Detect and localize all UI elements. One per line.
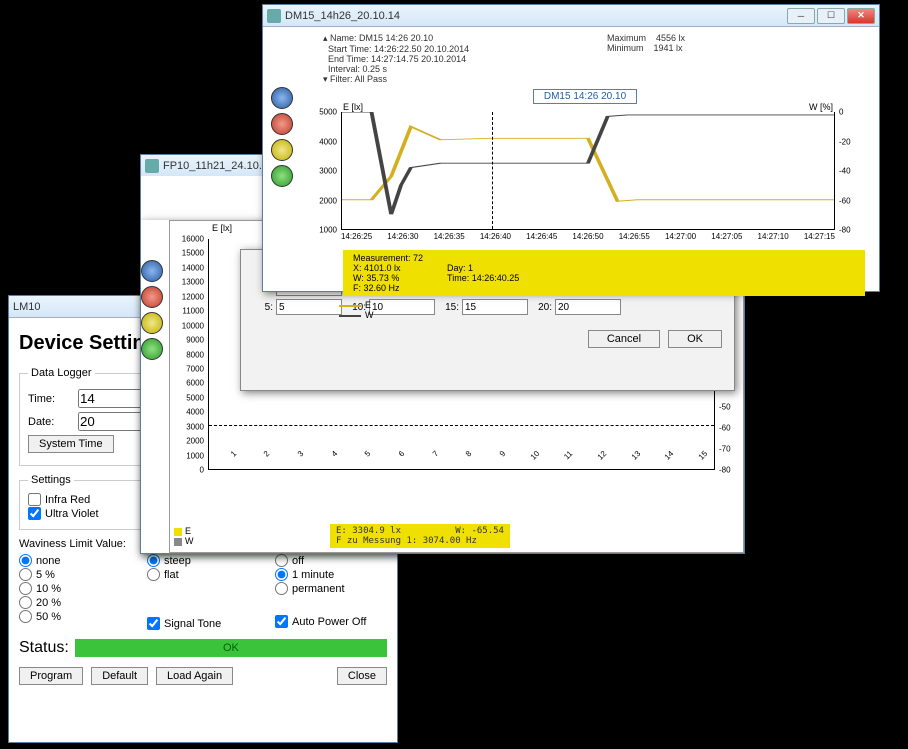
ultra-violet-checkbox[interactable] bbox=[28, 507, 41, 520]
measurement-info: Measurement: 72 X: 4101.0 lx W: 35.73 % … bbox=[343, 250, 865, 296]
ok-button[interactable]: OK bbox=[668, 330, 722, 348]
waviness-5-radio[interactable] bbox=[19, 568, 32, 581]
signal-tone-checkbox[interactable] bbox=[147, 617, 160, 630]
status-badge: OK bbox=[75, 639, 387, 657]
default-button[interactable]: Default bbox=[91, 667, 148, 685]
sound-flat-radio[interactable] bbox=[147, 568, 160, 581]
window-title: LM10 bbox=[13, 301, 41, 313]
waviness-50-radio[interactable] bbox=[19, 610, 32, 623]
program-button[interactable]: Program bbox=[19, 667, 83, 685]
lcd-1min-radio[interactable] bbox=[275, 568, 288, 581]
tool-icon[interactable] bbox=[271, 87, 293, 109]
y-axis-left-label: E [lx] bbox=[343, 102, 363, 112]
close-button[interactable]: ✕ bbox=[847, 8, 875, 24]
tool-icon[interactable] bbox=[271, 139, 293, 161]
app-icon bbox=[267, 9, 281, 23]
dataset-badge: DM15 14:26 20.10 bbox=[533, 89, 637, 104]
group-label: Data Logger bbox=[28, 367, 95, 379]
minimize-button[interactable]: ─ bbox=[787, 8, 815, 24]
y-axis-left-label: E [lx] bbox=[212, 223, 232, 233]
close-button[interactable]: Close bbox=[337, 667, 387, 685]
line-chart[interactable]: E [lx] W [%] 50004000300020001000 0-20-4… bbox=[305, 108, 871, 248]
window-title: FP10_11h21_24.10.14 bbox=[163, 160, 274, 172]
date-label: Date: bbox=[28, 416, 72, 428]
time-label: Time: bbox=[28, 393, 72, 405]
infra-red-checkbox[interactable] bbox=[28, 493, 41, 506]
y-axis-right-label: W [%] bbox=[809, 102, 833, 112]
waviness-none-radio[interactable] bbox=[19, 554, 32, 567]
waviness-10-radio[interactable] bbox=[19, 582, 32, 595]
cancel-button[interactable]: Cancel bbox=[588, 330, 660, 348]
line-chart-window: DM15_14h26_20.10.14 ─ ☐ ✕ ▴ Name: DM15 1… bbox=[262, 4, 880, 292]
tool-icon[interactable] bbox=[141, 338, 163, 360]
maximize-button[interactable]: ☐ bbox=[817, 8, 845, 24]
auto-poweroff-checkbox[interactable] bbox=[275, 615, 288, 628]
tool-icon[interactable] bbox=[271, 113, 293, 135]
group-label: Settings bbox=[28, 474, 74, 486]
waviness-20-radio[interactable] bbox=[19, 596, 32, 609]
tool-icon[interactable] bbox=[141, 286, 163, 308]
titlebar[interactable]: DM15_14h26_20.10.14 ─ ☐ ✕ bbox=[263, 5, 879, 27]
waviness-group: Waviness Limit Value: none 5 % 10 % 20 %… bbox=[19, 538, 131, 631]
metadata-block: ▴ Name: DM15 14:26 20.10 Start Time: 14:… bbox=[323, 33, 871, 85]
tool-icon[interactable] bbox=[141, 312, 163, 334]
cursor-info: E: 3304.9 lx W: -65.54 F zu Messung 1: 3… bbox=[330, 524, 510, 548]
tool-icon[interactable] bbox=[271, 165, 293, 187]
tool-icon[interactable] bbox=[141, 260, 163, 282]
app-icon bbox=[145, 159, 159, 173]
system-time-button[interactable]: System Time bbox=[28, 435, 114, 453]
chart-tool-icons bbox=[141, 220, 163, 553]
window-title: DM15_14h26_20.10.14 bbox=[285, 10, 400, 22]
legend: E W bbox=[339, 300, 831, 320]
sound-steep-radio[interactable] bbox=[147, 554, 160, 567]
status-label: Status: bbox=[19, 639, 69, 657]
lcd-permanent-radio[interactable] bbox=[275, 582, 288, 595]
chart-tool-icons bbox=[271, 31, 293, 324]
lcd-off-radio[interactable] bbox=[275, 554, 288, 567]
load-again-button[interactable]: Load Again bbox=[156, 667, 233, 685]
